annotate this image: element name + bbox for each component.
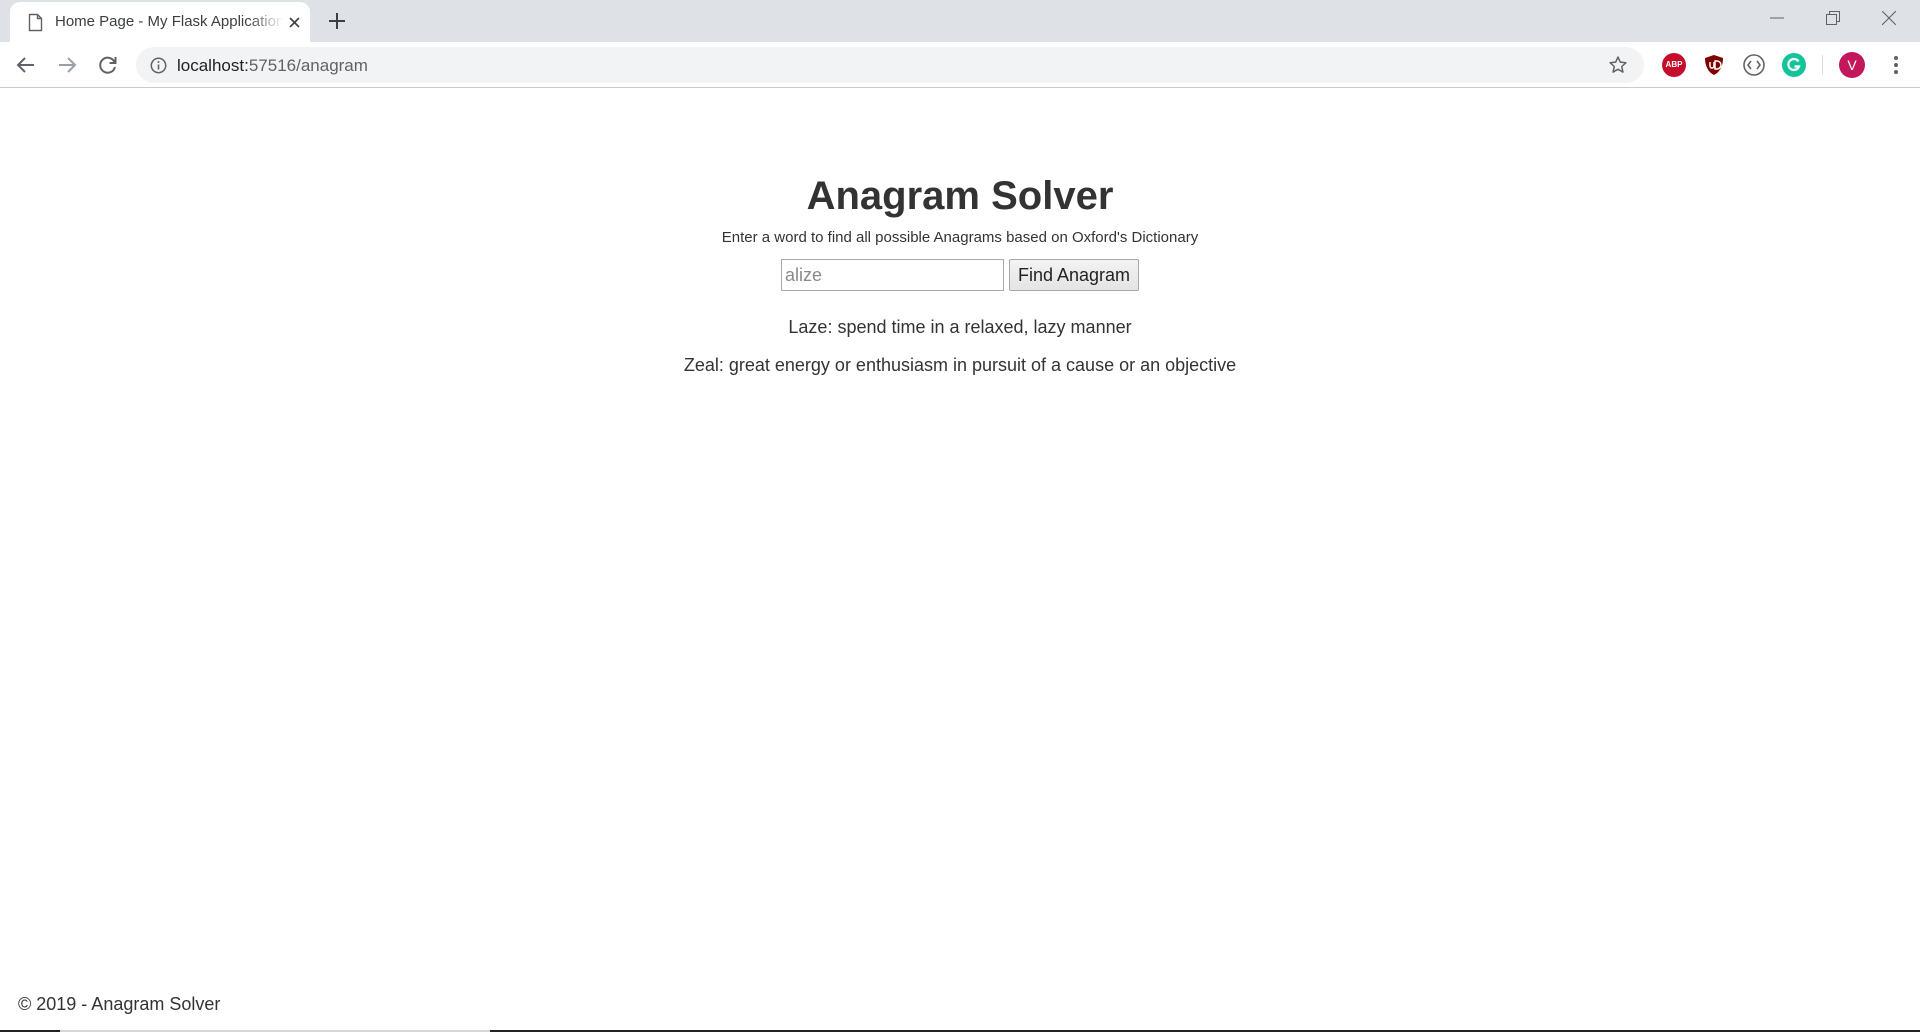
forward-arrow-icon[interactable] [55, 53, 79, 77]
grammarly-icon[interactable] [1782, 53, 1806, 77]
code-extension-icon[interactable] [1742, 53, 1766, 77]
tab-title: Home Page - My Flask Application [55, 13, 283, 30]
url-text: localhost:57516/anagram [177, 56, 368, 76]
word-input[interactable] [781, 259, 1004, 291]
back-arrow-icon[interactable] [14, 53, 38, 77]
results-list: Laze: spend time in a relaxed, lazy mann… [0, 316, 1920, 392]
footer-text: © 2019 - Anagram Solver [18, 994, 221, 1014]
close-icon [1882, 11, 1896, 25]
tab-strip: Home Page - My Flask Application [0, 0, 1920, 42]
info-icon[interactable] [150, 57, 167, 74]
ublock-origin-icon[interactable] [1702, 53, 1726, 77]
restore-button[interactable] [1806, 0, 1862, 36]
url-path: 57516/anagram [248, 56, 368, 75]
reload-icon[interactable] [96, 53, 120, 77]
minimize-button[interactable] [1750, 0, 1806, 36]
result-item: Zeal: great energy or enthusiasm in purs… [683, 355, 1237, 375]
minimize-icon [1770, 17, 1784, 19]
adblock-plus-label: ABP [1665, 60, 1683, 69]
page-content: Anagram Solver Enter a word to find all … [0, 89, 1920, 1032]
close-window-button[interactable] [1862, 0, 1918, 36]
address-bar[interactable]: localhost:57516/anagram [136, 47, 1644, 83]
browser-toolbar: localhost:57516/anagram ABP V [0, 42, 1920, 88]
close-tab-icon[interactable] [286, 14, 303, 31]
adblock-plus-icon[interactable]: ABP [1662, 53, 1686, 77]
more-menu-icon[interactable] [1884, 53, 1908, 77]
toolbar-separator [1822, 55, 1823, 75]
browser-tab[interactable]: Home Page - My Flask Application [10, 2, 310, 42]
document-icon [28, 13, 43, 32]
restore-icon [1826, 11, 1840, 25]
bookmark-star-icon[interactable] [1608, 55, 1628, 75]
url-host: localhost: [177, 56, 249, 75]
result-item: Laze: spend time in a relaxed, lazy mann… [788, 317, 1132, 337]
page-title: Anagram Solver [806, 174, 1114, 218]
avatar-letter: V [1847, 57, 1857, 73]
profile-avatar[interactable]: V [1839, 52, 1865, 78]
new-tab-icon[interactable] [326, 10, 348, 32]
page-subtitle: Enter a word to find all possible Anagra… [721, 229, 1199, 246]
find-anagram-button[interactable]: Find Anagram [1009, 259, 1139, 291]
